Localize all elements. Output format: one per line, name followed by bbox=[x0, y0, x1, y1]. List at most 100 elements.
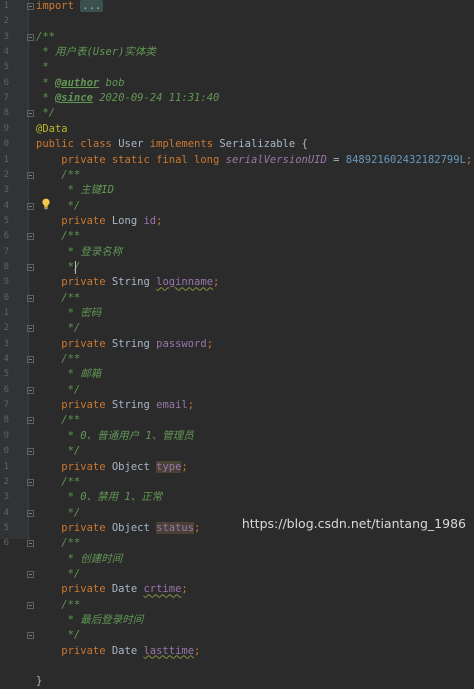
code-line-text: * @author bob bbox=[36, 76, 124, 91]
code-token: loginname bbox=[156, 276, 214, 289]
code-line-text: */ bbox=[36, 383, 81, 398]
code-line-text: * 创建时间 bbox=[36, 552, 123, 567]
fold-marker-icon[interactable] bbox=[27, 540, 34, 548]
code-line-text: private String email; bbox=[36, 398, 194, 413]
code-token: Object bbox=[111, 460, 157, 473]
code-line-text: private Long id; bbox=[36, 214, 162, 229]
code-line[interactable]: * 登录名称 bbox=[0, 245, 474, 260]
fold-marker-icon[interactable] bbox=[27, 294, 34, 302]
code-token: /** bbox=[36, 353, 81, 366]
code-line[interactable]: */ bbox=[0, 567, 474, 582]
code-line-text: /** bbox=[36, 413, 80, 428]
fold-marker-icon[interactable] bbox=[27, 263, 34, 271]
code-token: * 0、普通用户 1、管理员 bbox=[36, 429, 194, 442]
fold-marker-icon[interactable] bbox=[27, 171, 34, 179]
code-line[interactable]: private Long id; bbox=[0, 214, 474, 229]
code-line[interactable]: /** bbox=[0, 475, 474, 490]
fold-marker-icon[interactable] bbox=[27, 3, 34, 10]
fold-marker-icon[interactable] bbox=[27, 110, 34, 118]
code-line[interactable]: private String loginname; bbox=[0, 275, 474, 290]
fold-marker-icon[interactable] bbox=[27, 448, 34, 456]
code-line[interactable]: /** bbox=[0, 413, 474, 428]
code-token: /** bbox=[36, 168, 81, 181]
code-line[interactable]: private Date crtime; bbox=[0, 582, 474, 597]
code-line-text: * 0、普通用户 1、管理员 bbox=[36, 429, 194, 444]
code-line[interactable]: * @since 2020-09-24 11:31:40 bbox=[0, 91, 474, 106]
code-token: * 0、禁用 1、正常 bbox=[36, 491, 163, 504]
code-line[interactable]: public class User implements Serializabl… bbox=[0, 137, 474, 152]
code-token: private bbox=[36, 337, 112, 350]
code-line-text: /** bbox=[36, 598, 80, 613]
code-line[interactable]: * 创建时间 bbox=[0, 552, 474, 567]
code-token: /** bbox=[36, 30, 55, 43]
code-token: private bbox=[36, 583, 112, 596]
code-line[interactable]: * 用户表(User)实体类 bbox=[0, 45, 474, 60]
code-line[interactable]: @Data bbox=[0, 122, 474, 137]
code-line[interactable]: private Object type; bbox=[0, 460, 474, 475]
code-line-text: */ bbox=[36, 628, 81, 643]
code-token: serialVersionUID bbox=[225, 153, 327, 166]
fold-marker-icon[interactable] bbox=[27, 601, 34, 609]
code-line-text: @Data bbox=[36, 122, 68, 137]
code-line[interactable]: /** bbox=[0, 598, 474, 613]
fold-marker-icon[interactable] bbox=[27, 632, 34, 640]
code-line-text: * 0、禁用 1、正常 bbox=[36, 490, 163, 505]
fold-marker-icon[interactable] bbox=[27, 233, 34, 241]
code-line[interactable]: */ bbox=[0, 444, 474, 459]
code-line-text: private String loginname; bbox=[36, 275, 219, 290]
code-line[interactable]: /** bbox=[0, 30, 474, 45]
code-line[interactable]: } bbox=[0, 674, 474, 689]
code-token: password bbox=[156, 337, 207, 350]
code-line[interactable]: */ bbox=[0, 321, 474, 336]
code-token: private bbox=[36, 644, 112, 657]
code-line-text: public class User implements Serializabl… bbox=[36, 137, 308, 152]
code-line[interactable]: */ bbox=[0, 106, 474, 121]
code-line[interactable]: * 最后登录时间 bbox=[0, 613, 474, 628]
code-line[interactable]: import ... bbox=[0, 0, 474, 14]
code-token: status bbox=[156, 521, 195, 534]
code-token: crtime bbox=[143, 583, 182, 596]
code-token: */ bbox=[36, 506, 81, 519]
code-line[interactable]: private String password; bbox=[0, 337, 474, 352]
code-line[interactable]: * 0、普通用户 1、管理员 bbox=[0, 429, 474, 444]
code-line[interactable]: * 邮箱 bbox=[0, 367, 474, 382]
fold-marker-icon[interactable] bbox=[27, 386, 34, 394]
code-line[interactable]: */ bbox=[0, 260, 474, 275]
code-token: = bbox=[326, 153, 346, 166]
fold-marker-icon[interactable] bbox=[27, 478, 34, 486]
code-editor[interactable]: 123456789012345678901234567890123456 imp… bbox=[0, 0, 474, 687]
code-line[interactable]: /** bbox=[0, 291, 474, 306]
code-line[interactable]: * bbox=[0, 60, 474, 75]
code-line[interactable]: */ bbox=[0, 383, 474, 398]
code-line[interactable]: private static final long serialVersionU… bbox=[0, 153, 474, 168]
code-line[interactable]: * 主键ID bbox=[0, 183, 474, 198]
fold-marker-icon[interactable] bbox=[27, 417, 34, 425]
code-line-text: */ bbox=[36, 506, 81, 521]
code-line-text: /** bbox=[36, 168, 80, 183]
fold-marker-icon[interactable] bbox=[27, 356, 34, 364]
code-token: } bbox=[36, 675, 43, 688]
code-line-text: } bbox=[36, 674, 42, 689]
code-line[interactable]: * @author bob bbox=[0, 76, 474, 91]
fold-marker-icon[interactable] bbox=[27, 509, 34, 517]
code-line[interactable]: /** bbox=[0, 229, 474, 244]
code-token: public class bbox=[36, 138, 119, 151]
fold-marker-icon[interactable] bbox=[27, 202, 34, 210]
code-line-text: * 最后登录时间 bbox=[36, 613, 144, 628]
fold-marker-icon[interactable] bbox=[27, 325, 34, 333]
code-token: */ bbox=[36, 567, 81, 580]
code-line[interactable]: * 密码 bbox=[0, 306, 474, 321]
code-line[interactable]: private Date lasttime; bbox=[0, 644, 474, 659]
lightbulb-icon[interactable] bbox=[41, 195, 51, 210]
code-line[interactable] bbox=[0, 14, 474, 29]
code-line[interactable]: private String email; bbox=[0, 398, 474, 413]
code-line[interactable] bbox=[0, 659, 474, 674]
code-line-text: */ bbox=[36, 260, 81, 275]
code-line[interactable]: */ bbox=[0, 199, 474, 214]
code-line[interactable]: * 0、禁用 1、正常 bbox=[0, 490, 474, 505]
fold-marker-icon[interactable] bbox=[27, 570, 34, 578]
code-line[interactable]: /** bbox=[0, 168, 474, 183]
code-line[interactable]: /** bbox=[0, 352, 474, 367]
code-line[interactable]: */ bbox=[0, 628, 474, 643]
fold-marker-icon[interactable] bbox=[27, 33, 34, 41]
